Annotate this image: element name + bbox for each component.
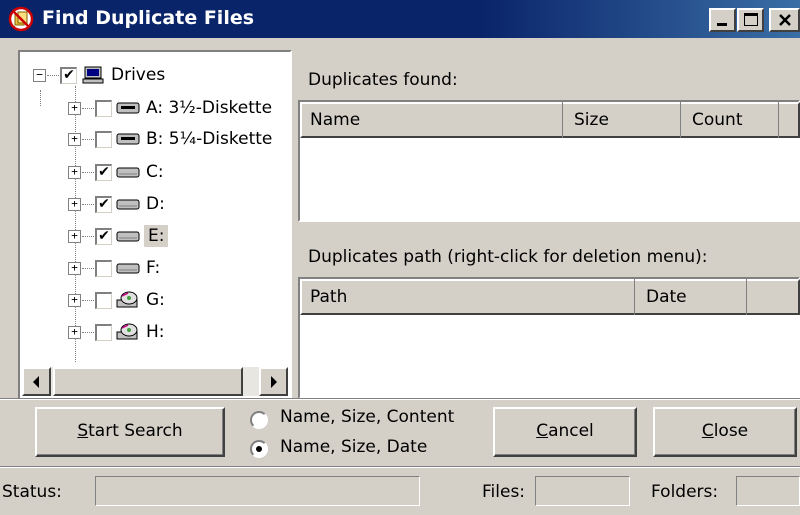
tree-checkbox-a[interactable] bbox=[95, 99, 112, 117]
start-search-button[interactable]: Start Search bbox=[35, 407, 225, 457]
maximize-button[interactable] bbox=[737, 8, 764, 32]
expand-toggle[interactable]: + bbox=[68, 229, 81, 243]
minimize-button[interactable] bbox=[709, 8, 736, 32]
expand-toggle[interactable]: + bbox=[68, 132, 81, 146]
status-field bbox=[95, 476, 420, 506]
maximize-icon bbox=[744, 13, 758, 26]
duplicates-list[interactable]: Name Size Count bbox=[300, 102, 800, 220]
folders-field bbox=[736, 476, 800, 506]
tree-checkbox-f[interactable] bbox=[95, 259, 112, 277]
column-header-size-label: Size bbox=[574, 110, 609, 130]
column-header-name[interactable]: Name bbox=[300, 102, 562, 138]
hard-drive-icon bbox=[116, 231, 140, 242]
duplicates-path-list[interactable]: Path Date bbox=[300, 279, 800, 397]
cancel-accel: C bbox=[536, 421, 549, 441]
collapse-toggle[interactable]: − bbox=[33, 68, 46, 82]
window-title: Find Duplicate Files bbox=[42, 7, 255, 29]
close-icon bbox=[779, 14, 791, 26]
app-icon bbox=[8, 6, 34, 32]
files-label: Files: bbox=[482, 482, 526, 502]
tree-item-c[interactable]: + ✔ C: bbox=[68, 156, 166, 188]
drive-tree[interactable]: − ✔ Drives + A: 3½-Diskette + B: 5¼-Disk… bbox=[20, 52, 290, 398]
duplicates-path-label: Duplicates path (right-click for deletio… bbox=[308, 247, 708, 267]
start-label: tart Search bbox=[88, 421, 183, 441]
tree-label-a: A: 3½-Diskette bbox=[146, 98, 273, 118]
folders-label: Folders: bbox=[651, 482, 719, 502]
tree-item-f[interactable]: + F: bbox=[68, 252, 162, 284]
computer-icon bbox=[82, 66, 104, 84]
cd-drive-icon bbox=[116, 291, 138, 308]
duplicates-found-label: Duplicates found: bbox=[308, 70, 458, 90]
floppy-drive-icon bbox=[116, 133, 140, 145]
expand-toggle[interactable]: + bbox=[68, 165, 81, 179]
expand-toggle[interactable]: + bbox=[68, 261, 81, 275]
tree-label-e: E: bbox=[144, 225, 169, 247]
floppy-drive-icon bbox=[116, 102, 140, 114]
tree-item-e[interactable]: + ✔ E: bbox=[68, 220, 169, 252]
close-accel: C bbox=[701, 421, 714, 441]
expand-toggle[interactable]: + bbox=[68, 197, 81, 211]
tree-checkbox-h[interactable] bbox=[95, 323, 112, 341]
tree-checkbox-g[interactable] bbox=[95, 291, 112, 309]
tree-checkbox-e[interactable]: ✔ bbox=[95, 227, 112, 245]
tree-item-g[interactable]: + G: bbox=[68, 284, 167, 316]
radio-name-size-content[interactable] bbox=[250, 411, 268, 429]
cancel-button[interactable]: Cancel bbox=[493, 407, 637, 457]
status-label: Status: bbox=[2, 482, 62, 502]
tree-item-b[interactable]: + B: 5¼-Diskette bbox=[68, 123, 274, 155]
arrow-left-icon bbox=[33, 376, 39, 388]
status-separator bbox=[0, 466, 800, 468]
radio-label-date[interactable]: Name, Size, Date bbox=[280, 437, 427, 457]
tree-checkbox-c[interactable]: ✔ bbox=[95, 163, 112, 181]
cd-drive-icon bbox=[116, 323, 138, 340]
hard-drive-icon bbox=[116, 167, 140, 178]
minimize-icon bbox=[717, 23, 727, 26]
tree-label-c: C: bbox=[146, 162, 164, 182]
column-header-count-label: Count bbox=[692, 110, 743, 130]
tree-item-h[interactable]: + H: bbox=[68, 316, 167, 348]
close-label: lose bbox=[713, 421, 749, 441]
column-header-date-label: Date bbox=[646, 287, 687, 307]
tree-label-b: B: 5¼-Diskette bbox=[146, 129, 273, 149]
title-bar[interactable]: Find Duplicate Files bbox=[0, 0, 800, 38]
hard-drive-icon bbox=[116, 263, 140, 274]
radio-name-size-date[interactable] bbox=[250, 440, 268, 458]
separator bbox=[0, 398, 800, 400]
tree-horizontal-scrollbar[interactable] bbox=[22, 367, 288, 396]
tree-label-h: H: bbox=[146, 322, 165, 342]
start-accel: S bbox=[77, 421, 89, 441]
radio-selected-dot bbox=[256, 446, 262, 452]
tree-checkbox-b[interactable] bbox=[95, 130, 112, 148]
expand-toggle[interactable]: + bbox=[68, 325, 81, 339]
tree-checkbox-drives[interactable]: ✔ bbox=[60, 66, 77, 84]
scroll-right-button[interactable] bbox=[259, 367, 288, 396]
tree-item-d[interactable]: + ✔ D: bbox=[68, 188, 167, 220]
expand-toggle[interactable]: + bbox=[68, 101, 81, 115]
tree-root-drives[interactable]: − ✔ Drives bbox=[33, 59, 167, 91]
column-header-path-label: Path bbox=[310, 287, 348, 307]
tree-checkbox-d[interactable]: ✔ bbox=[95, 195, 112, 213]
files-field bbox=[535, 476, 630, 506]
column-header-path[interactable]: Path bbox=[300, 279, 634, 315]
radio-label-content[interactable]: Name, Size, Content bbox=[280, 407, 454, 427]
tree-label-g: G: bbox=[146, 290, 165, 310]
tree-label-d: D: bbox=[146, 194, 165, 214]
column-header-count[interactable]: Count bbox=[682, 102, 778, 138]
column-header-date[interactable]: Date bbox=[636, 279, 746, 315]
tree-label-drives: Drives bbox=[111, 65, 166, 85]
tree-item-a[interactable]: + A: 3½-Diskette bbox=[68, 92, 274, 124]
tree-label-f: F: bbox=[146, 258, 161, 278]
scroll-thumb[interactable] bbox=[53, 367, 243, 396]
expand-toggle[interactable]: + bbox=[68, 293, 81, 307]
close-button[interactable]: Close bbox=[653, 407, 797, 457]
cancel-label: ancel bbox=[548, 421, 594, 441]
close-window-button[interactable] bbox=[769, 8, 800, 32]
scroll-left-button[interactable] bbox=[22, 367, 51, 396]
column-header-size[interactable]: Size bbox=[564, 102, 680, 138]
hard-drive-icon bbox=[116, 199, 140, 210]
arrow-right-icon bbox=[271, 376, 277, 388]
column-header-name-label: Name bbox=[310, 110, 361, 130]
